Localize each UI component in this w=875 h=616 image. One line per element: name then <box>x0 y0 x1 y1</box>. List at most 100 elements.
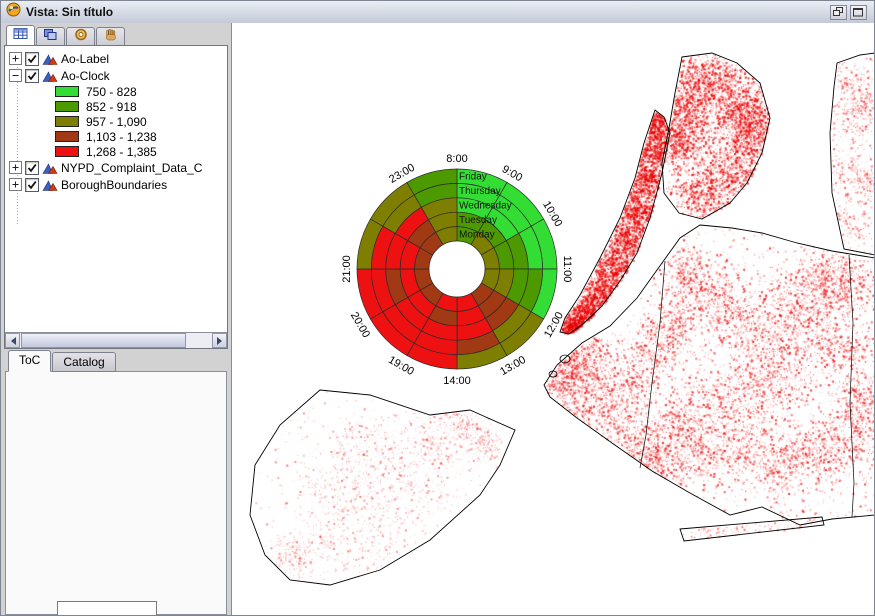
restore-window-icon <box>833 5 844 20</box>
legend-swatch <box>55 131 79 142</box>
window-title: Vista: Sin título <box>26 5 113 19</box>
clock-cell <box>408 290 436 318</box>
clock-cell <box>519 226 543 269</box>
scrollbar-thumb[interactable] <box>21 333 186 348</box>
layer-checkbox[interactable] <box>25 52 39 66</box>
clock-cell <box>400 241 420 269</box>
clock-cell <box>494 241 514 269</box>
clock-cell <box>457 331 500 355</box>
scroll-right-button[interactable] <box>212 333 227 348</box>
clock-cell <box>457 169 507 195</box>
toc-mode-tab-4[interactable] <box>96 27 125 45</box>
clock-cell <box>531 219 557 269</box>
scroll-left-button[interactable] <box>5 333 20 348</box>
toc-mode-tabs <box>6 25 228 45</box>
layer-icon <box>42 52 58 66</box>
layer-checkbox[interactable] <box>25 178 39 192</box>
clock-cell <box>408 220 436 248</box>
clock-cell <box>415 269 433 290</box>
clock-cell <box>481 248 499 269</box>
island-outline <box>549 371 557 377</box>
hour-label: 23:00 <box>387 162 417 186</box>
clock-cell <box>457 293 478 311</box>
view-window: Vista: Sin título <box>0 0 875 616</box>
borough-outline-manhattan <box>560 110 670 334</box>
clock-cell <box>493 195 532 234</box>
day-ring-label: Tuesday <box>459 215 497 226</box>
clock-cell <box>420 232 443 255</box>
borough-outline-bronx <box>662 53 770 219</box>
layer-name[interactable]: Ao-Label <box>61 52 109 66</box>
layers-stack-icon <box>43 28 58 46</box>
layer-row[interactable]: BoroughBoundaries <box>9 176 227 193</box>
day-ring-label: Thursday <box>459 186 501 197</box>
clock-cell <box>400 269 420 297</box>
scrollbar-track[interactable] <box>20 333 212 348</box>
view-tabs: ToCCatalog <box>8 352 228 372</box>
clock-cell <box>478 220 506 248</box>
expand-toggle-icon[interactable] <box>9 178 22 191</box>
legend-swatch <box>55 146 79 157</box>
layer-row[interactable]: Ao-Label <box>9 50 227 67</box>
window-content: Ao-LabelAo-Clock750 - 828852 - 918957 - … <box>1 23 874 615</box>
clock-cell <box>457 306 485 326</box>
layer-name[interactable]: BoroughBoundaries <box>61 178 167 192</box>
legend-item: 852 - 918 <box>9 99 227 114</box>
hand-icon <box>104 28 118 46</box>
borough-outline-nassau <box>830 53 874 255</box>
clock-cell <box>421 198 457 220</box>
clock-cell <box>370 312 414 356</box>
toc-mode-tab-2[interactable] <box>36 27 65 45</box>
toc-mode-tab-3[interactable] <box>66 27 95 45</box>
layer-tree-container: Ao-LabelAo-Clock750 - 828852 - 918957 - … <box>4 45 228 349</box>
layer-name[interactable]: NYPD_Complaint_Data_C <box>61 161 202 175</box>
layer-icon <box>42 178 58 192</box>
sidebar-panel: Ao-LabelAo-Clock750 - 828852 - 918957 - … <box>1 23 232 615</box>
hour-label: 11:00 <box>561 256 573 283</box>
tab-catalog[interactable]: Catalog <box>52 352 115 372</box>
layer-row[interactable]: NYPD_Complaint_Data_C <box>9 159 227 176</box>
clock-cell <box>485 207 518 240</box>
clock-cell <box>485 297 518 330</box>
legend-label: 957 - 1,090 <box>86 115 147 129</box>
expand-toggle-icon[interactable] <box>9 52 22 65</box>
borough-outlines <box>232 23 874 615</box>
app-sphere-icon <box>6 2 21 22</box>
window-buttons <box>830 5 867 20</box>
clock-cell <box>395 297 428 330</box>
clock-cell <box>371 226 395 269</box>
layer-name[interactable]: Ao-Clock <box>61 69 110 83</box>
hour-label: 9:00 <box>500 163 525 184</box>
background-text-field <box>57 601 157 615</box>
maximize-window-icon <box>853 5 864 20</box>
table-grid-icon <box>13 27 28 45</box>
layer-checkbox[interactable] <box>25 161 39 175</box>
toc-mode-tab-1[interactable] <box>6 25 35 45</box>
borough-border-line <box>640 261 665 468</box>
clock-cell <box>421 318 457 340</box>
clock-cell <box>420 283 443 306</box>
legend-label: 1,103 - 1,238 <box>86 130 157 144</box>
hour-label: 12:00 <box>542 310 566 340</box>
clock-cell <box>429 306 457 326</box>
layer-row[interactable]: Ao-Clock <box>9 67 227 84</box>
clock-sphere-icon <box>74 28 88 46</box>
collapse-toggle-icon[interactable] <box>9 69 22 82</box>
tree-horizontal-scrollbar[interactable] <box>5 332 227 348</box>
legend-swatch <box>55 86 79 97</box>
tab-toc[interactable]: ToC <box>8 350 51 372</box>
clock-cell <box>395 207 428 240</box>
legend-swatch <box>55 101 79 112</box>
clock-cell <box>407 343 457 369</box>
hour-label: 13:00 <box>498 354 528 378</box>
layer-tree: Ao-LabelAo-Clock750 - 828852 - 918957 - … <box>5 46 227 332</box>
clock-cell <box>386 233 408 269</box>
expand-toggle-icon[interactable] <box>9 161 22 174</box>
maximize-window-button[interactable] <box>850 5 867 20</box>
layer-checkbox[interactable] <box>25 69 39 83</box>
restore-window-button[interactable] <box>830 5 847 20</box>
clock-cell <box>386 269 408 305</box>
titlebar[interactable]: Vista: Sin título <box>1 1 874 24</box>
legend-label: 1,268 - 1,385 <box>86 145 157 159</box>
map-view[interactable]: 8:009:0010:0011:0012:0013:0014:0019:0020… <box>232 23 874 615</box>
